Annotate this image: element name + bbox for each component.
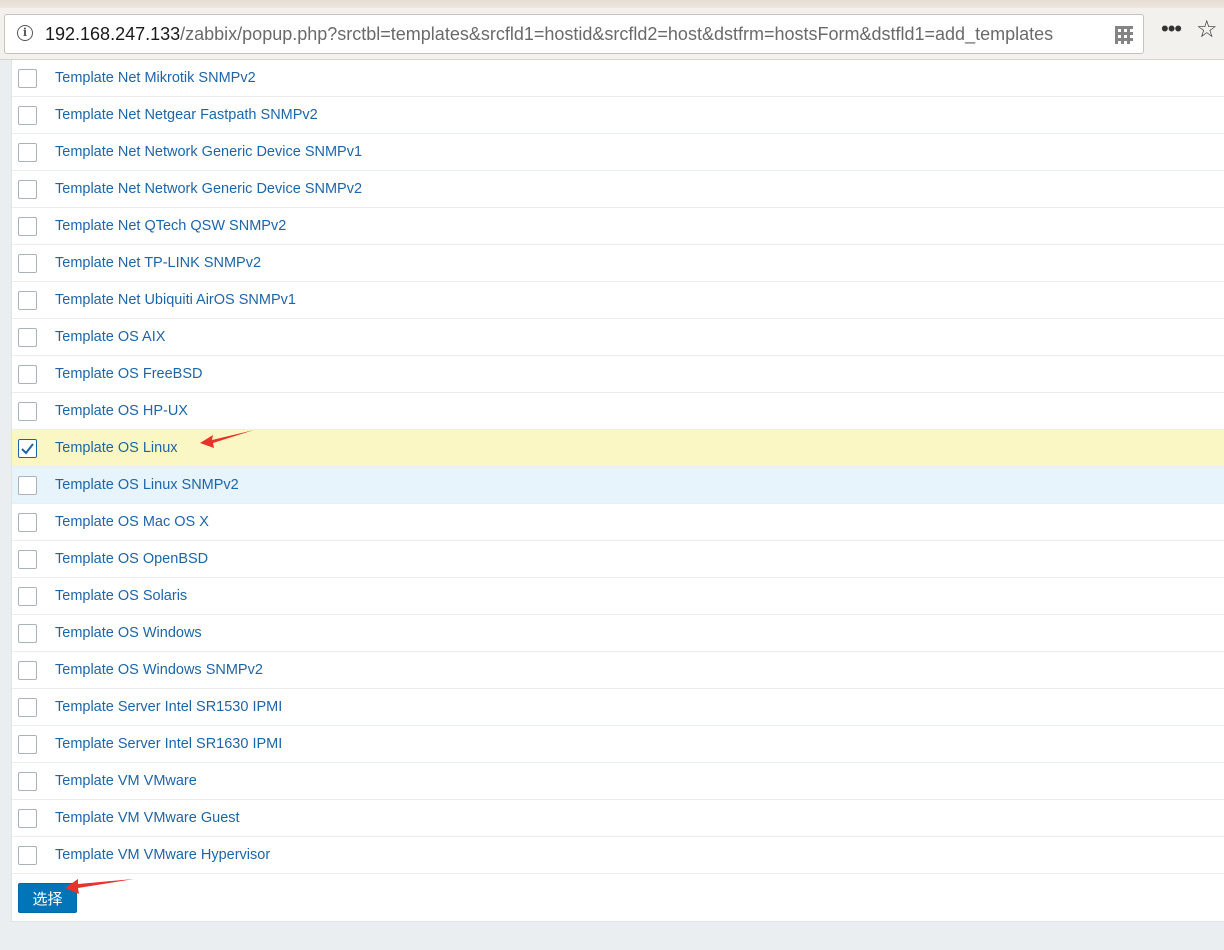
table-row[interactable]: Template Net Network Generic Device SNMP…	[12, 171, 1224, 208]
template-checkbox[interactable]	[18, 846, 37, 865]
template-checkbox[interactable]	[18, 402, 37, 421]
url-host: 192.168.247.133	[45, 24, 181, 44]
template-link[interactable]: Template Server Intel SR1530 IPMI	[55, 699, 282, 715]
template-checkbox[interactable]	[18, 69, 37, 88]
template-link[interactable]: Template OS Linux	[55, 440, 178, 456]
template-checkbox[interactable]	[18, 291, 37, 310]
template-checkbox[interactable]	[18, 735, 37, 754]
template-checkbox[interactable]	[18, 587, 37, 606]
template-popup: Template Net Mikrotik SNMPv2 Template Net…	[11, 60, 1224, 922]
template-link[interactable]: Template Net Network Generic Device SNMP…	[55, 181, 362, 197]
more-icon[interactable]: •••	[1161, 18, 1182, 40]
url-fade	[1053, 15, 1103, 53]
table-row[interactable]: Template VM VMware Guest	[12, 800, 1224, 837]
template-checkbox[interactable]	[18, 217, 37, 236]
url-path: /zabbix/popup.php?srctbl=templates&srcfl…	[180, 24, 1054, 44]
template-checkbox[interactable]	[18, 106, 37, 125]
info-icon[interactable]: i	[17, 25, 33, 41]
template-checkbox[interactable]	[18, 698, 37, 717]
template-checkbox[interactable]	[18, 513, 37, 532]
bookmark-star-icon[interactable]: ☆	[1196, 18, 1218, 42]
table-row[interactable]: Template OS AIX	[12, 319, 1224, 356]
template-checkbox[interactable]	[18, 365, 37, 384]
template-checkbox[interactable]	[18, 772, 37, 791]
template-checkbox[interactable]	[18, 439, 37, 458]
template-checkbox[interactable]	[18, 328, 37, 347]
template-link[interactable]: Template OS Windows SNMPv2	[55, 662, 263, 678]
qr-code-icon[interactable]	[1115, 26, 1133, 44]
template-link[interactable]: Template OS HP-UX	[55, 403, 188, 419]
template-checkbox[interactable]	[18, 254, 37, 273]
template-link[interactable]: Template Net QTech QSW SNMPv2	[55, 218, 286, 234]
table-row[interactable]: Template OS Linux	[12, 430, 1224, 467]
template-link[interactable]: Template Net Network Generic Device SNMP…	[55, 144, 362, 160]
template-link[interactable]: Template OS OpenBSD	[55, 551, 208, 567]
table-row[interactable]: Template OS FreeBSD	[12, 356, 1224, 393]
template-link[interactable]: Template VM VMware	[55, 773, 197, 789]
template-checkbox[interactable]	[18, 143, 37, 162]
template-link[interactable]: Template Net Mikrotik SNMPv2	[55, 70, 256, 86]
template-link[interactable]: Template OS FreeBSD	[55, 366, 202, 382]
template-checkbox[interactable]	[18, 661, 37, 680]
table-row[interactable]: Template OS OpenBSD	[12, 541, 1224, 578]
template-checkbox[interactable]	[18, 624, 37, 643]
address-bar[interactable]: i 192.168.247.133/zabbix/popup.php?srctb…	[4, 14, 1144, 54]
table-row[interactable]: Template OS Windows SNMPv2	[12, 652, 1224, 689]
table-row[interactable]: Template OS Windows	[12, 615, 1224, 652]
annotation-arrow	[65, 879, 134, 894]
table-row[interactable]: Template Net Network Generic Device SNMP…	[12, 134, 1224, 171]
browser-toolbar: i 192.168.247.133/zabbix/popup.php?srctb…	[0, 0, 1224, 60]
template-checkbox[interactable]	[18, 809, 37, 828]
table-row[interactable]: Template Server Intel SR1530 IPMI	[12, 689, 1224, 726]
table-row[interactable]: Template Net QTech QSW SNMPv2	[12, 208, 1224, 245]
template-link[interactable]: Template OS Mac OS X	[55, 514, 209, 530]
checkmark-icon	[21, 443, 34, 455]
template-link[interactable]: Template OS Linux SNMPv2	[55, 477, 239, 493]
table-row[interactable]: Template VM VMware Hypervisor	[12, 837, 1224, 874]
table-row[interactable]: Template OS Solaris	[12, 578, 1224, 615]
template-link[interactable]: Template Server Intel SR1630 IPMI	[55, 736, 282, 752]
table-row[interactable]: Template Server Intel SR1630 IPMI	[12, 726, 1224, 763]
table-row[interactable]: Template OS HP-UX	[12, 393, 1224, 430]
table-row[interactable]: Template OS Mac OS X	[12, 504, 1224, 541]
template-link[interactable]: Template Net Ubiquiti AirOS SNMPv1	[55, 292, 296, 308]
template-checkbox[interactable]	[18, 550, 37, 569]
table-row[interactable]: Template Net Netgear Fastpath SNMPv2	[12, 97, 1224, 134]
table-row[interactable]: Template OS Linux SNMPv2	[12, 467, 1224, 504]
tab-strip	[0, 0, 1224, 8]
template-link[interactable]: Template VM VMware Hypervisor	[55, 847, 270, 863]
template-link[interactable]: Template Net TP-LINK SNMPv2	[55, 255, 261, 271]
template-link[interactable]: Template Net Netgear Fastpath SNMPv2	[55, 107, 318, 123]
template-checkbox[interactable]	[18, 180, 37, 199]
table-row[interactable]: Template Net Mikrotik SNMPv2	[12, 60, 1224, 97]
template-link[interactable]: Template OS Solaris	[55, 588, 187, 604]
template-checkbox[interactable]	[18, 476, 37, 495]
table-row[interactable]: Template Net Ubiquiti AirOS SNMPv1	[12, 282, 1224, 319]
table-row[interactable]: Template Net TP-LINK SNMPv2	[12, 245, 1224, 282]
template-link[interactable]: Template VM VMware Guest	[55, 810, 240, 826]
annotation-arrow	[200, 430, 254, 448]
template-link[interactable]: Template OS Windows	[55, 625, 202, 641]
url-text[interactable]: 192.168.247.133/zabbix/popup.php?srctbl=…	[45, 24, 1105, 45]
table-row[interactable]: Template VM VMware	[12, 763, 1224, 800]
template-link[interactable]: Template OS AIX	[55, 329, 165, 345]
